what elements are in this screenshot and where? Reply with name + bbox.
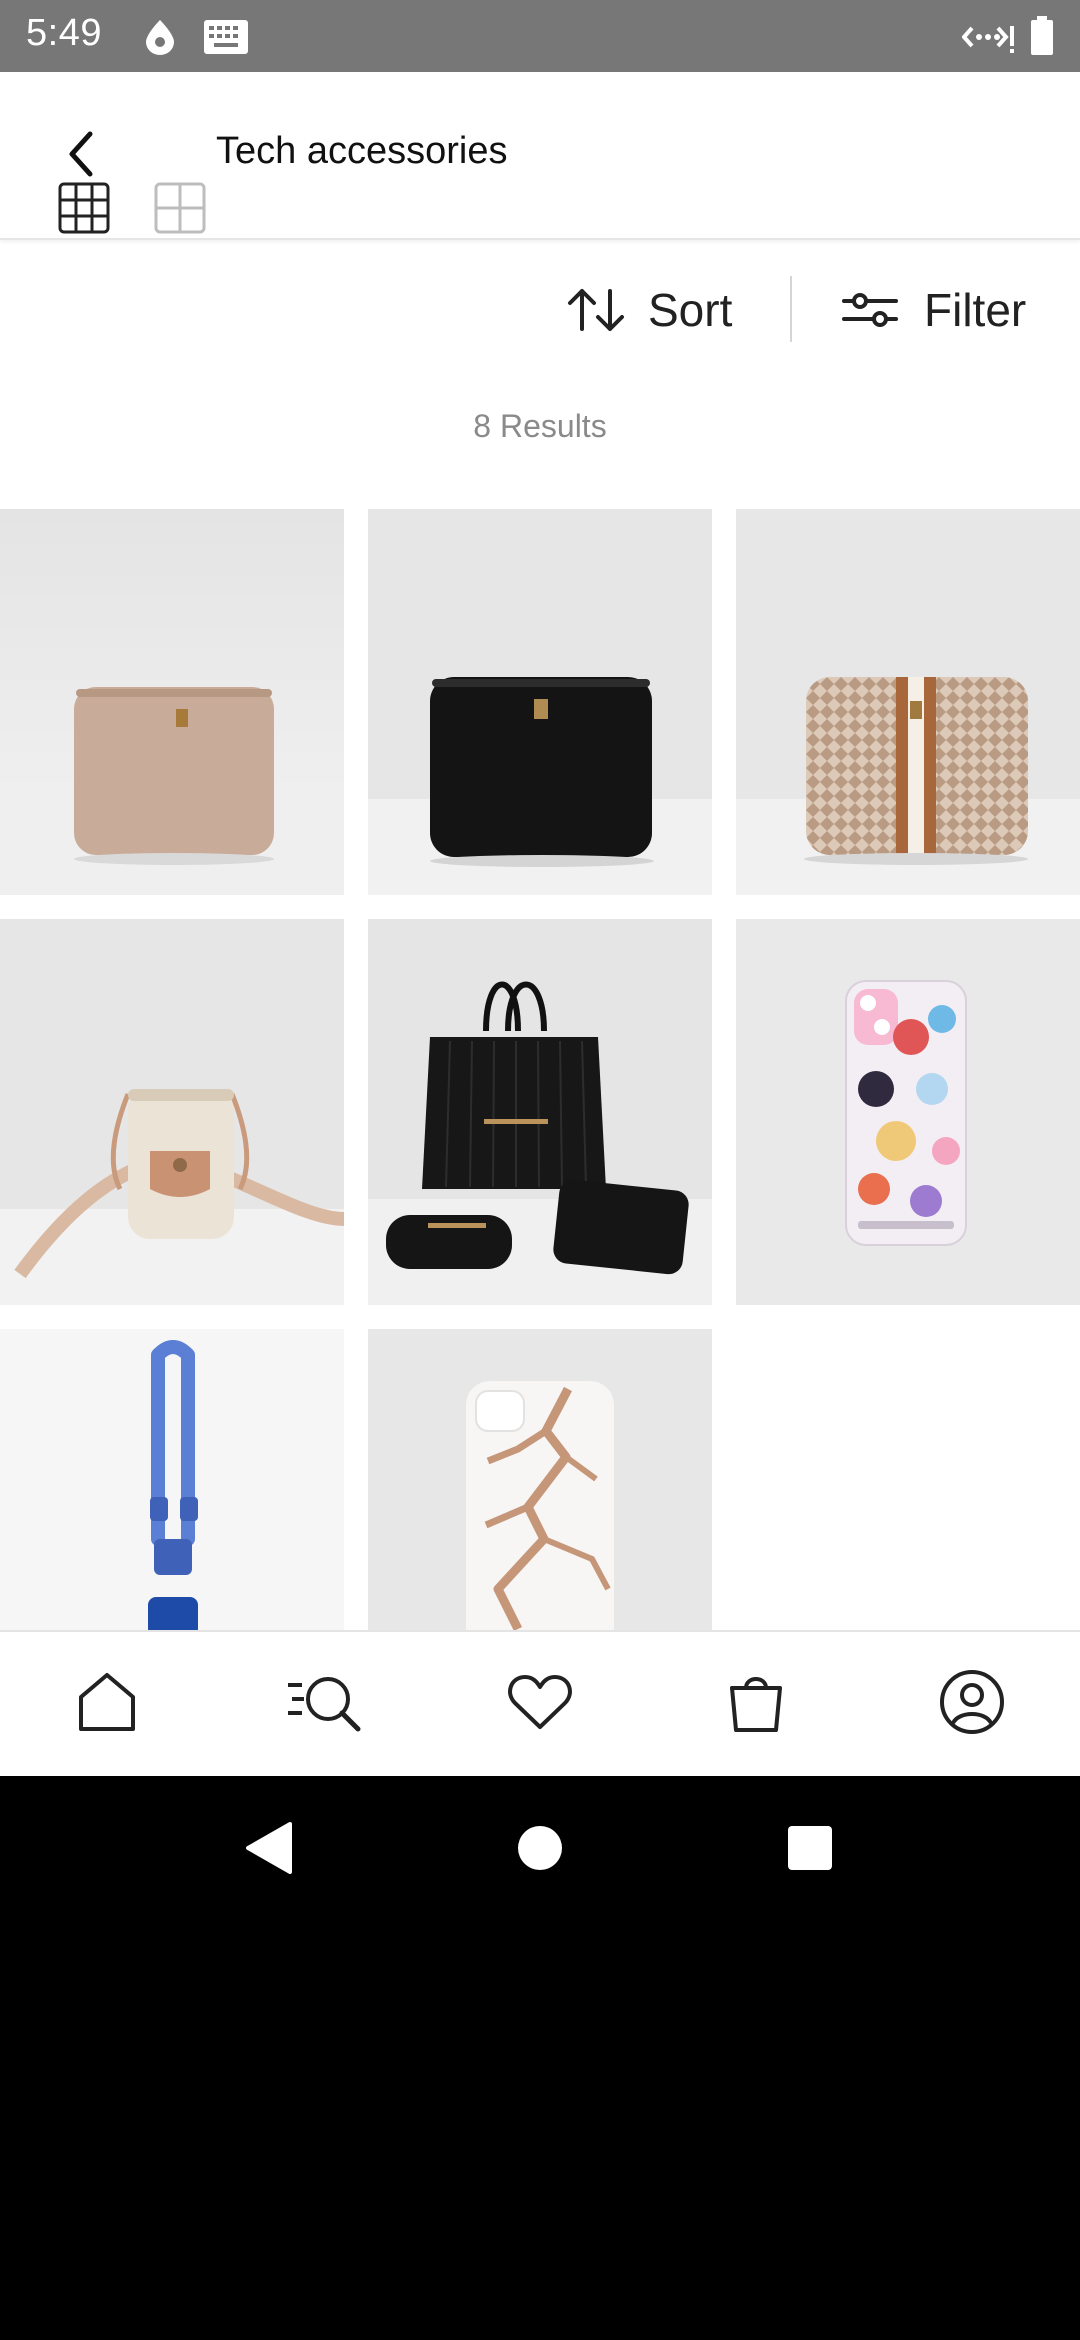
back-arrow-icon [69,131,93,177]
product-tile-marble-phone-case[interactable] [368,1329,712,1633]
keyboard-icon [202,16,250,61]
product-tile-quilted-tote-set-black[interactable] [368,919,712,1305]
status-bar: 5:49 [0,0,1080,72]
filter-label: Filter [924,284,1027,336]
page-title: Tech accessories [216,130,508,172]
nav-home[interactable] [67,1662,147,1742]
view-toggle-grid-2[interactable] [154,182,206,234]
wishlist-heart-icon [508,1675,572,1729]
product-image [0,509,344,895]
system-recents-button[interactable] [774,1812,846,1884]
bottom-navigation [0,1630,1080,1776]
product-tile-laptop-sleeve-black[interactable] [368,509,712,895]
product-tile-laptop-sleeve-taupe[interactable] [0,509,344,895]
sort-arrows-icon [568,289,624,331]
sort-button[interactable]: Sort [566,272,732,348]
system-navigation-bar [0,1776,1080,1920]
sort-label: Sort [648,284,733,336]
system-home-icon [518,1826,562,1870]
product-tile-laptop-sleeve-monogram[interactable] [736,509,1080,895]
system-recents-icon [788,1826,832,1870]
account-icon [940,1670,1004,1734]
home-icon [79,1673,135,1731]
bag-icon [730,1677,782,1732]
app-screen: Tech accessories Sort Filter 8 Results [0,72,1080,1776]
nav-bag[interactable] [716,1662,796,1742]
product-image [368,1329,712,1633]
product-tile-phone-crossbody-bag-cream[interactable] [0,919,344,1305]
product-tile-disney-princess-phone-case[interactable] [736,919,1080,1305]
data-saver-icon [142,18,178,61]
filter-button[interactable]: Filter [842,272,1026,348]
product-image [736,919,1080,1305]
product-image [0,919,344,1305]
product-tile-phone-lanyard-blue[interactable] [0,1329,344,1633]
nav-search[interactable] [284,1662,364,1742]
nav-wishlist[interactable] [500,1662,580,1742]
product-image [0,1329,344,1633]
battery-icon [1030,16,1054,61]
grid-3-col-icon [58,182,110,234]
toolbar-divider [790,276,792,342]
results-count: 8 Results [473,408,607,444]
product-image [368,509,712,895]
network-icon [961,20,1014,59]
search-icon [288,1677,361,1732]
status-time: 5:49 [26,12,102,54]
product-image [736,509,1080,895]
back-button[interactable] [52,124,112,184]
system-back-button[interactable] [232,1812,304,1884]
system-home-button[interactable] [504,1812,576,1884]
grid-2-col-icon [154,182,206,234]
system-back-icon [246,1822,292,1874]
view-toggle-grid-3[interactable] [58,182,110,234]
nav-account[interactable] [932,1662,1012,1742]
filter-sliders-icon [842,293,898,327]
product-image [368,919,712,1305]
